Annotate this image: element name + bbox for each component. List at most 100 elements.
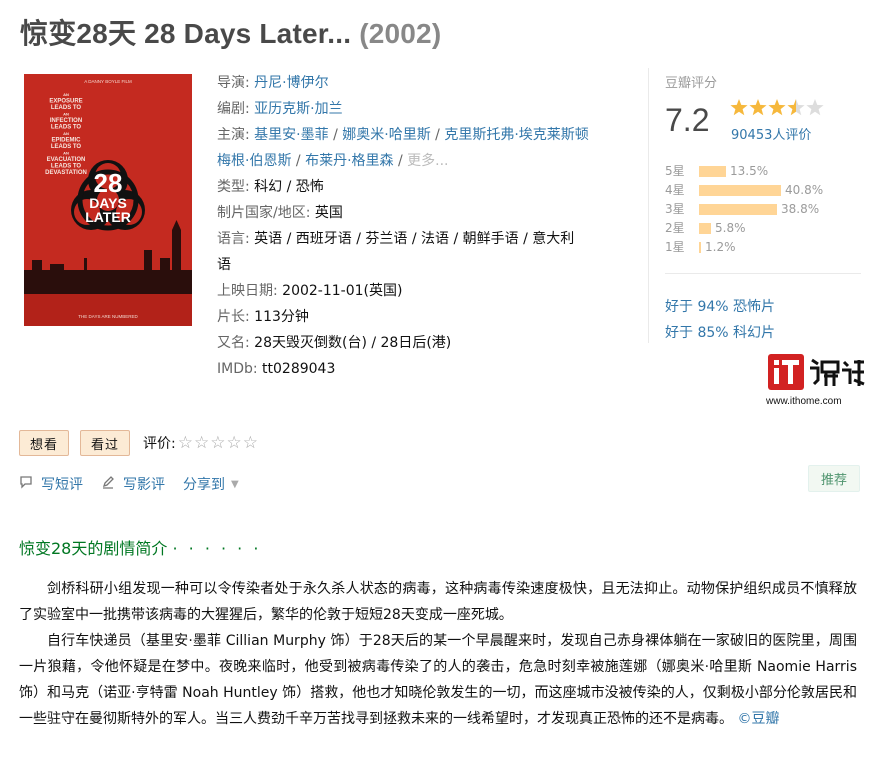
rating-bar-label: 5星 (665, 164, 685, 178)
aka-value: 28天毁灭倒数(台) / 28日后(港) (254, 335, 452, 351)
cast-more-link[interactable]: 更多... (407, 153, 448, 169)
movie-info: 导演: 丹尼·博伊尔 编剧: 亚历克斯·加兰 主演: 基里安·墨菲 / 娜奥米·… (217, 70, 637, 382)
rating-bar-row: 5星 13.5% (665, 162, 823, 181)
star-icon (787, 99, 805, 116)
write-links: 写短评 写影评 分享到 ▼ (19, 474, 257, 494)
caret-down-icon: ▼ (231, 478, 239, 490)
rating-bar-fill (699, 204, 777, 215)
rating-bar-row: 4星 40.8% (665, 181, 823, 200)
country-label: 制片国家/地区: (217, 205, 311, 221)
genre-value: 科幻 / 恐怖 (254, 179, 324, 195)
rating-bar-label: 1星 (665, 240, 685, 254)
watermark-url: www.ithome.com (766, 396, 842, 407)
director-row: 导演: 丹尼·博伊尔 (217, 70, 637, 96)
comment-icon (19, 475, 33, 493)
summary-paragraph-1: 剑桥科研小组发现一种可以令传染者处于永久杀人状态的病毒，这种病毒传染速度极快，且… (19, 581, 857, 623)
star-icon (730, 99, 748, 116)
writer-link[interactable]: 亚历克斯·加兰 (254, 101, 342, 117)
poster-tagline-line: INFECTION (50, 118, 82, 124)
runtime-row: 片长: 113分钟 (217, 304, 637, 330)
language-value-cont: 语 (217, 257, 231, 273)
language-value: 英语 / 西班牙语 / 芬兰语 / 法语 / 朝鲜手语 / 意大利 (254, 231, 575, 247)
release-label: 上映日期: (217, 283, 278, 299)
rating-bar-fill (699, 223, 711, 234)
poster-tagline-line: AN (63, 92, 69, 97)
write-short-review-link[interactable]: 写短评 (19, 474, 83, 494)
write-review-label: 写影评 (123, 477, 165, 493)
poster-logo-line: LATER (85, 209, 131, 225)
rating-divider (665, 273, 861, 274)
country-row: 制片国家/地区: 英国 (217, 200, 637, 226)
director-link[interactable]: 丹尼·博伊尔 (254, 75, 328, 91)
imdb-row: IMDb: tt0289043 (217, 356, 637, 382)
summary-heading-text: 惊变28天的剧情简介 (19, 539, 168, 558)
pencil-icon (101, 475, 115, 493)
release-row: 上映日期: 2002-11-01(英国) (217, 278, 637, 304)
poster-logo-line: 28 (94, 168, 123, 198)
cast-link[interactable]: 娜奥米·哈里斯 (342, 127, 430, 143)
summary-heading: 惊变28天的剧情简介 · · · · · · (19, 535, 261, 559)
better-than-list: 好于 94% 恐怖片 好于 85% 科幻片 (665, 294, 775, 346)
rating-bar-label: 4星 (665, 183, 685, 197)
cast-label: 主演: (217, 127, 250, 143)
better-than-scifi[interactable]: 好于 85% 科幻片 (665, 320, 775, 346)
release-value: 2002-11-01(英国) (282, 283, 403, 299)
star-icon (806, 99, 824, 116)
rate-stars-input[interactable]: ☆☆☆☆☆ (178, 433, 259, 453)
star-rating-icon (730, 99, 824, 116)
poster-top-text: A DANNY BOYLE FILM (84, 79, 132, 84)
share-dropdown[interactable]: 分享到 ▼ (183, 474, 239, 494)
poster-tagline-line: AN (63, 151, 69, 156)
movie-page: 惊变28天 28 Days Later... (2002) A DANNY BO… (0, 0, 880, 759)
rating-bar-row: 3星 38.8% (665, 200, 823, 219)
rate-label: 评价: (143, 436, 176, 452)
cast-link[interactable]: 布莱丹·格里森 (305, 153, 393, 169)
write-review-link[interactable]: 写影评 (101, 474, 165, 494)
cast-link[interactable]: 基里安·墨菲 (254, 127, 328, 143)
country-value: 英国 (314, 205, 343, 221)
rating-score: 7.2 (665, 102, 710, 138)
better-than-horror[interactable]: 好于 94% 恐怖片 (665, 294, 775, 320)
language-row-cont: 语 (217, 252, 637, 278)
poster-tagline-line: AN (63, 131, 69, 136)
rating-bar-row: 1星 1.2% (665, 238, 823, 257)
runtime-label: 片长: (217, 309, 250, 325)
runtime-value: 113分钟 (254, 309, 309, 325)
rating-bar-label: 2星 (665, 221, 685, 235)
poster-tagline-line: LEADS TO (51, 105, 82, 111)
copyright-text: ©豆瓣 (737, 711, 780, 727)
summary-heading-dots: · · · · · · (172, 539, 262, 558)
poster-bottom-text: THE DAYS ARE NUMBERED (78, 314, 138, 319)
poster-tagline-line: LEADS TO (51, 125, 82, 131)
star-icon (749, 99, 767, 116)
rating-bar-pct: 38.8% (781, 202, 820, 216)
rating-bar-fill (699, 166, 726, 177)
writer-label: 编剧: (217, 101, 250, 117)
rating-bar-pct: 13.5% (730, 164, 769, 178)
poster-tagline-line: LEADS TO (51, 144, 82, 150)
rating-votes-link[interactable]: 90453人评价 (731, 124, 811, 143)
summary-paragraph-2-text: 自行车快递员（基里安·墨菲 Cillian Murphy 饰）于28天后的某一个… (19, 633, 857, 727)
poster-tagline-line: EXPOSURE (49, 99, 82, 105)
cast-link[interactable]: 梅根·伯恩斯 (217, 153, 291, 169)
recommend-button[interactable]: 推荐 (808, 465, 861, 492)
genre-row: 类型: 科幻 / 恐怖 (217, 174, 637, 200)
share-label: 分享到 (183, 477, 225, 493)
movie-poster[interactable]: A DANNY BOYLE FILM AN EXPOSURE LEADS TO AN I… (24, 74, 192, 326)
rating-bar-pct: 1.2% (705, 240, 736, 254)
writer-row: 编剧: 亚历克斯·加兰 (217, 96, 637, 122)
genre-label: 类型: (217, 179, 250, 195)
language-label: 语言: (217, 231, 250, 247)
poster-tagline-line: EPIDEMIC (51, 138, 81, 144)
poster-artwork: A DANNY BOYLE FILM ANEXPOSURELEADS TOANI… (24, 74, 192, 326)
rating-bar-pct: 40.8% (785, 183, 824, 197)
movie-title: 惊变28天 28 Days Later... (20, 18, 352, 49)
rating-label: 豆瓣评分 (665, 76, 718, 91)
watched-button[interactable]: 看过 (80, 430, 131, 456)
want-to-watch-button[interactable]: 想看 (19, 430, 70, 456)
cast-link[interactable]: 克里斯托弗·埃克莱斯顿 (444, 127, 588, 143)
poster-tagline-line: LEADS TO (51, 164, 82, 170)
rating-bar-fill (699, 242, 701, 253)
ithome-watermark: www.ithome.com (766, 354, 866, 407)
director-label: 导演: (217, 75, 250, 91)
